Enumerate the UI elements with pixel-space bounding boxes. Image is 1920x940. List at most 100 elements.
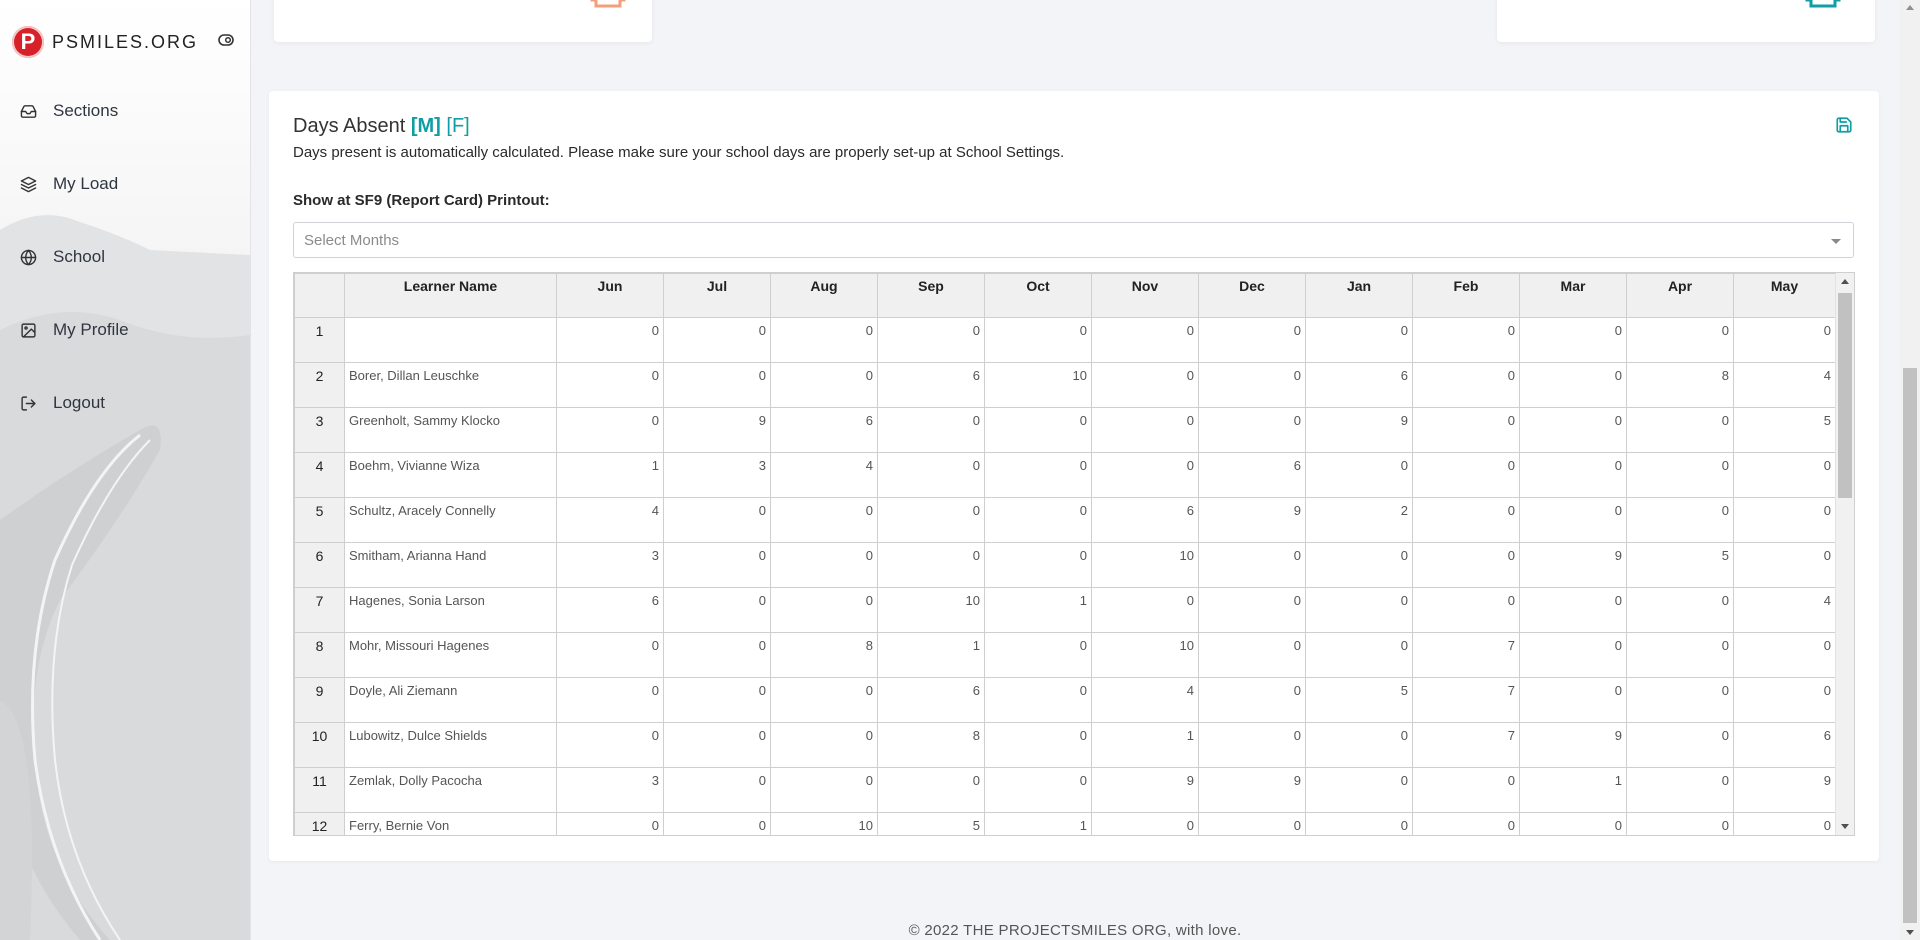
absence-cell[interactable]: 0 bbox=[984, 317, 1092, 363]
page-scrollbar-thumb[interactable] bbox=[1903, 368, 1917, 923]
absence-cell[interactable]: 0 bbox=[1733, 677, 1836, 723]
learner-name-cell[interactable]: Zemlak, Dolly Pacocha bbox=[344, 767, 557, 813]
sidebar-toggle-icon[interactable] bbox=[218, 33, 234, 51]
absence-cell[interactable]: 0 bbox=[1091, 317, 1199, 363]
page-scroll-down-icon[interactable] bbox=[1906, 930, 1914, 935]
absence-cell[interactable]: 0 bbox=[1091, 587, 1199, 633]
absence-cell[interactable]: 0 bbox=[1198, 812, 1306, 835]
absence-cell[interactable]: 0 bbox=[984, 767, 1092, 813]
absence-cell[interactable]: 6 bbox=[1305, 362, 1413, 408]
absence-cell[interactable]: 0 bbox=[1626, 722, 1734, 768]
sidebar-item-sections[interactable]: Sections bbox=[20, 101, 118, 121]
absence-cell[interactable]: 1 bbox=[984, 587, 1092, 633]
absence-cell[interactable]: 0 bbox=[770, 362, 878, 408]
sidebar-item-logout[interactable]: Logout bbox=[20, 393, 105, 413]
absence-cell[interactable]: 0 bbox=[1519, 632, 1627, 678]
absence-cell[interactable]: 0 bbox=[984, 542, 1092, 588]
learner-name-cell[interactable]: Lubowitz, Dulce Shields bbox=[344, 722, 557, 768]
scroll-down-icon[interactable] bbox=[1841, 824, 1849, 829]
absence-cell[interactable]: 0 bbox=[984, 632, 1092, 678]
absence-cell[interactable]: 0 bbox=[770, 767, 878, 813]
absence-cell[interactable]: 0 bbox=[877, 452, 985, 498]
learner-name-cell[interactable] bbox=[344, 317, 557, 363]
absence-cell[interactable]: 9 bbox=[663, 407, 771, 453]
absence-cell[interactable]: 3 bbox=[556, 542, 664, 588]
absence-cell[interactable]: 9 bbox=[1198, 767, 1306, 813]
absence-cell[interactable]: 0 bbox=[1519, 452, 1627, 498]
absence-cell[interactable]: 0 bbox=[1519, 587, 1627, 633]
absence-cell[interactable]: 0 bbox=[663, 587, 771, 633]
absence-cell[interactable]: 0 bbox=[877, 317, 985, 363]
absence-cell[interactable]: 0 bbox=[1733, 452, 1836, 498]
absence-cell[interactable]: 0 bbox=[1519, 812, 1627, 835]
absence-cell[interactable]: 6 bbox=[1091, 497, 1199, 543]
absence-cell[interactable]: 0 bbox=[663, 317, 771, 363]
absence-cell[interactable]: 0 bbox=[1626, 587, 1734, 633]
absence-cell[interactable]: 0 bbox=[1305, 632, 1413, 678]
absence-cell[interactable]: 0 bbox=[1091, 362, 1199, 408]
absence-cell[interactable]: 0 bbox=[984, 407, 1092, 453]
brand[interactable]: P PSMILES.ORG bbox=[12, 26, 198, 58]
absence-cell[interactable]: 9 bbox=[1305, 407, 1413, 453]
attendance-grid[interactable]: Learner Name Jun Jul Aug Sep Oct Nov Dec Jan Feb M… bbox=[293, 272, 1855, 836]
absence-cell[interactable]: 0 bbox=[556, 722, 664, 768]
absence-cell[interactable]: 7 bbox=[1412, 677, 1520, 723]
learner-name-cell[interactable]: Schultz, Aracely Connelly bbox=[344, 497, 557, 543]
absence-cell[interactable]: 0 bbox=[663, 497, 771, 543]
absence-cell[interactable]: 0 bbox=[1626, 497, 1734, 543]
absence-cell[interactable]: 0 bbox=[1198, 587, 1306, 633]
absence-cell[interactable]: 6 bbox=[1198, 452, 1306, 498]
absence-cell[interactable]: 0 bbox=[770, 677, 878, 723]
absence-cell[interactable]: 0 bbox=[1519, 497, 1627, 543]
absence-cell[interactable]: 5 bbox=[1305, 677, 1413, 723]
absence-cell[interactable]: 6 bbox=[556, 587, 664, 633]
absence-cell[interactable]: 0 bbox=[1733, 317, 1836, 363]
absence-cell[interactable]: 0 bbox=[556, 812, 664, 835]
absence-cell[interactable]: 10 bbox=[877, 587, 985, 633]
absence-cell[interactable]: 0 bbox=[1412, 317, 1520, 363]
absence-cell[interactable]: 0 bbox=[1198, 632, 1306, 678]
absence-cell[interactable]: 0 bbox=[1091, 407, 1199, 453]
absence-cell[interactable]: 9 bbox=[1091, 767, 1199, 813]
absence-cell[interactable]: 10 bbox=[1091, 632, 1199, 678]
absence-cell[interactable]: 0 bbox=[984, 452, 1092, 498]
absence-cell[interactable]: 6 bbox=[877, 677, 985, 723]
learner-name-cell[interactable]: Greenholt, Sammy Klocko bbox=[344, 407, 557, 453]
absence-cell[interactable]: 0 bbox=[770, 542, 878, 588]
absence-cell[interactable]: 5 bbox=[1733, 407, 1836, 453]
absence-cell[interactable]: 8 bbox=[877, 722, 985, 768]
sidebar-item-my-profile[interactable]: My Profile bbox=[20, 320, 129, 340]
absence-cell[interactable]: 0 bbox=[1626, 767, 1734, 813]
absence-cell[interactable]: 5 bbox=[877, 812, 985, 835]
absence-cell[interactable]: 0 bbox=[1412, 497, 1520, 543]
absence-cell[interactable]: 0 bbox=[663, 542, 771, 588]
absence-cell[interactable]: 2 bbox=[1305, 497, 1413, 543]
absence-cell[interactable]: 0 bbox=[1305, 587, 1413, 633]
absence-cell[interactable]: 7 bbox=[1412, 632, 1520, 678]
absence-cell[interactable]: 0 bbox=[1412, 767, 1520, 813]
absence-cell[interactable]: 7 bbox=[1412, 722, 1520, 768]
absence-cell[interactable]: 10 bbox=[984, 362, 1092, 408]
absence-cell[interactable]: 0 bbox=[877, 407, 985, 453]
absence-cell[interactable]: 0 bbox=[1412, 587, 1520, 633]
grid-scrollbar-thumb[interactable] bbox=[1838, 293, 1852, 498]
absence-cell[interactable]: 0 bbox=[1305, 317, 1413, 363]
absence-cell[interactable]: 9 bbox=[1198, 497, 1306, 543]
absence-cell[interactable]: 9 bbox=[1733, 767, 1836, 813]
absence-cell[interactable]: 0 bbox=[663, 632, 771, 678]
absence-cell[interactable]: 0 bbox=[556, 632, 664, 678]
absence-cell[interactable]: 0 bbox=[1198, 317, 1306, 363]
absence-cell[interactable]: 0 bbox=[1519, 317, 1627, 363]
absence-cell[interactable]: 0 bbox=[556, 317, 664, 363]
absence-cell[interactable]: 6 bbox=[770, 407, 878, 453]
absence-cell[interactable]: 0 bbox=[663, 677, 771, 723]
absence-cell[interactable]: 0 bbox=[770, 722, 878, 768]
absence-cell[interactable]: 4 bbox=[1733, 362, 1836, 408]
absence-cell[interactable]: 0 bbox=[1626, 317, 1734, 363]
absence-cell[interactable]: 0 bbox=[1519, 677, 1627, 723]
absence-cell[interactable]: 0 bbox=[877, 497, 985, 543]
absence-cell[interactable]: 0 bbox=[1412, 542, 1520, 588]
absence-cell[interactable]: 0 bbox=[663, 812, 771, 835]
absence-cell[interactable]: 0 bbox=[1733, 632, 1836, 678]
save-icon[interactable] bbox=[1835, 116, 1853, 139]
